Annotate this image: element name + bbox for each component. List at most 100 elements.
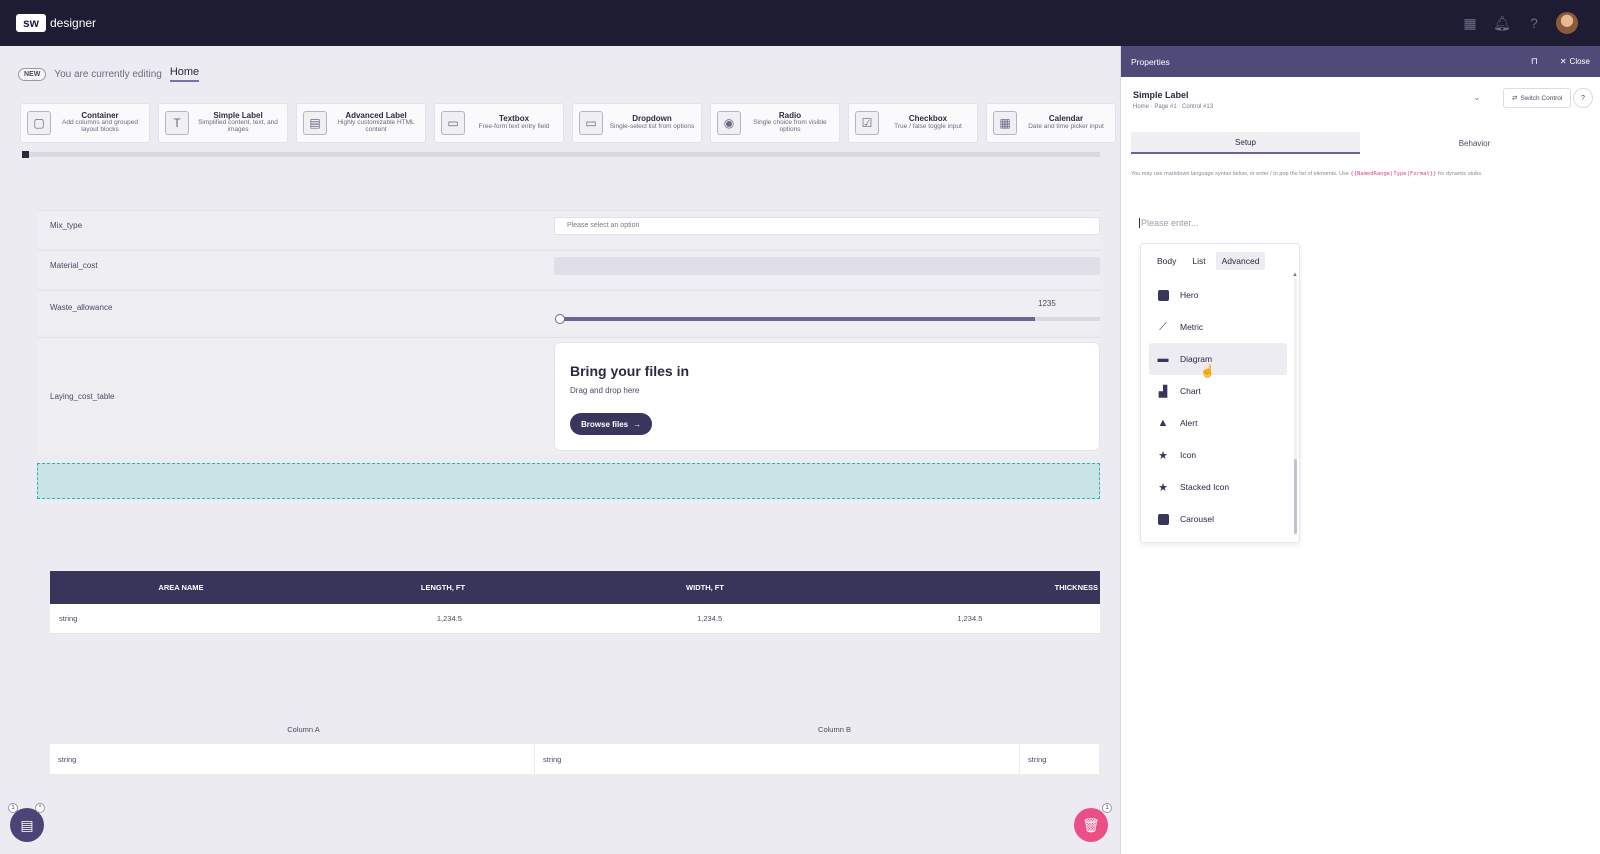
panel-tabs: Setup Behavior	[1131, 132, 1589, 154]
palette-desc: Simplified content, text, and images	[198, 119, 278, 134]
menu-item-icon[interactable]: ★ Icon	[1149, 439, 1287, 471]
markdown-editor-input[interactable]: Please enter...	[1139, 218, 1199, 228]
palette-item-calendar[interactable]: ▦ Calendar Date and time picker input	[986, 103, 1116, 143]
material-cost-label: Material_cost	[50, 261, 98, 270]
panel-title: Properties	[1131, 56, 1170, 67]
palette-scrollbar[interactable]	[22, 152, 1100, 157]
switch-control-button[interactable]: ⇄ Switch Control	[1503, 88, 1572, 108]
editing-header: NEW You are currently editing Home	[18, 66, 200, 82]
menu-item-label: Metric	[1180, 322, 1204, 332]
drop-target-zone[interactable]	[37, 463, 1100, 499]
menu-tab-advanced[interactable]: Advanced	[1215, 252, 1266, 270]
close-label: Close	[1569, 57, 1590, 66]
file-upload-card[interactable]: Bring your files in Drag and drop here B…	[554, 342, 1100, 451]
markdown-hint: You may use markdown language syntax bel…	[1131, 171, 1483, 177]
new-badge[interactable]: NEW	[18, 67, 47, 81]
menu-tab-body[interactable]: Body	[1151, 252, 1182, 270]
menu-item-diagram[interactable]: ▬ Diagram	[1149, 343, 1287, 375]
palette-scroll-thumb[interactable]	[22, 151, 29, 158]
palette-item-dropdown[interactable]: ▭ Dropdown Single-select list from option…	[572, 103, 702, 143]
menu-item-chart[interactable]: ▟ Chart	[1149, 375, 1287, 407]
menu-item-carousel[interactable]: Carousel	[1149, 503, 1287, 535]
material-cost-input[interactable]	[554, 257, 1100, 275]
table-header: AREA NAME LENGTH, FT WIDTH, FT THICKNESS	[50, 571, 1100, 604]
tab-setup[interactable]: Setup	[1131, 132, 1360, 154]
palette-desc: Date and time picker input	[1028, 122, 1104, 130]
avatar[interactable]	[1556, 12, 1578, 34]
trash-icon: 🗑︎	[1082, 816, 1100, 833]
grid-icon[interactable]: ▦	[1460, 13, 1480, 33]
panel-header: Properties ⊓ ✕ Close	[1121, 46, 1600, 77]
logo-text: designer	[50, 16, 97, 30]
waste-slider-fill	[558, 317, 1035, 321]
waste-slider-track[interactable]	[558, 317, 1100, 321]
column-header[interactable]: AREA NAME	[50, 583, 312, 592]
table-row[interactable]: string 1,234.5 1,234.5 1,234.5	[50, 604, 1100, 634]
stacked-star-icon: ★	[1158, 481, 1168, 494]
menu-tab-list[interactable]: List	[1186, 252, 1211, 270]
app-logo[interactable]: sw designer	[16, 14, 96, 32]
close-button[interactable]: ✕ Close	[1560, 57, 1590, 66]
table-cell: string	[50, 744, 535, 774]
menu-item-hero[interactable]: Hero	[1149, 279, 1287, 311]
hint-text: for dynamic stubs.	[1437, 171, 1483, 177]
browse-files-label: Browse files	[581, 419, 629, 429]
logo-mark: sw	[16, 14, 46, 32]
hand-cursor-icon: ☝	[1200, 364, 1215, 378]
simple-label-icon: T	[165, 111, 189, 135]
document-icon: ▤	[20, 816, 34, 833]
column-header[interactable]: THICKNESS	[836, 583, 1100, 592]
chevron-up-icon[interactable]: ^	[35, 803, 45, 813]
palette-desc: Add columns and grouped layout blocks	[62, 119, 138, 134]
menu-scroll-thumb[interactable]	[1294, 459, 1297, 534]
column-header[interactable]: Column B	[569, 725, 1100, 734]
control-palette: ▢ Container Add columns and grouped layou…	[20, 103, 1120, 145]
palette-desc: Single-select list from options	[609, 122, 695, 130]
menu-item-label: Hero	[1180, 290, 1199, 300]
browse-files-button[interactable]: Browse files →	[570, 413, 653, 435]
hint-slash: /	[1270, 171, 1272, 177]
hero-icon	[1157, 289, 1169, 301]
menu-item-metric[interactable]: ⟋ Metric	[1149, 311, 1287, 343]
hint-text: to pop the list of elements. Use	[1273, 171, 1349, 177]
slider-value: 1235	[1038, 299, 1056, 308]
scroll-up-icon[interactable]: ▲	[1292, 272, 1298, 278]
chevron-down-icon[interactable]: ⌄	[1473, 92, 1481, 103]
upload-title: Bring your files in	[570, 363, 690, 379]
column-header[interactable]: Column A	[38, 725, 569, 734]
column-header[interactable]: WIDTH, FT	[574, 583, 836, 592]
star-icon: ★	[1158, 449, 1168, 462]
hint-code: {{NamedRange|Type|Format}}	[1350, 171, 1437, 177]
diagram-icon: ▬	[1157, 353, 1169, 365]
palette-item-checkbox[interactable]: ☑ Checkbox True / false toggle input	[848, 103, 978, 143]
top-icons: ▦ 🔔︎ ?	[1460, 12, 1578, 34]
form-row-waste-allowance: Waste_allowance	[38, 290, 1100, 335]
carousel-icon	[1157, 513, 1169, 525]
pin-icon[interactable]: ⊓	[1531, 56, 1538, 67]
delete-button[interactable]: 🗑︎	[1074, 808, 1108, 842]
menu-item-alert[interactable]: ▲ Alert	[1149, 407, 1287, 439]
textbox-icon: ▭	[441, 111, 465, 135]
palette-item-textbox[interactable]: ▭ Textbox Free-form text entry field	[434, 103, 564, 143]
bell-icon[interactable]: 🔔︎	[1492, 13, 1512, 33]
help-button[interactable]: ?	[1573, 88, 1593, 108]
pages-button[interactable]: ▤	[10, 808, 44, 842]
menu-scrollbar[interactable]	[1294, 279, 1297, 534]
mix-type-select[interactable]: Please select an option	[554, 217, 1100, 235]
menu-items: Hero ⟋ Metric ▬ Diagram ▟ Chart ▲ Alert …	[1149, 279, 1287, 535]
palette-item-radio[interactable]: ◉ Radio Single choice from visible option…	[710, 103, 840, 143]
palette-item-advanced-label[interactable]: ▤ Advanced Label Highly customizable HTML…	[296, 103, 426, 143]
table-cell: 1,234.5	[957, 614, 983, 623]
tab-behavior[interactable]: Behavior	[1360, 132, 1589, 154]
column-header[interactable]: LENGTH, FT	[312, 583, 574, 592]
editing-page-name[interactable]: Home	[169, 66, 200, 82]
table-row[interactable]: string string string	[50, 744, 1100, 774]
help-icon[interactable]: ?	[1524, 13, 1544, 33]
waste-slider-handle[interactable]	[555, 314, 565, 324]
menu-item-stacked-icon[interactable]: ★ Stacked Icon	[1149, 471, 1287, 503]
palette-item-simple-label[interactable]: T Simple Label Simplified content, text, …	[158, 103, 288, 143]
close-icon: ✕	[1559, 57, 1567, 66]
palette-item-container[interactable]: ▢ Container Add columns and grouped layou…	[20, 103, 150, 143]
palette-desc: True / false toggle input	[894, 122, 962, 130]
laying-cost-label: Laying_cost_table	[50, 392, 115, 401]
